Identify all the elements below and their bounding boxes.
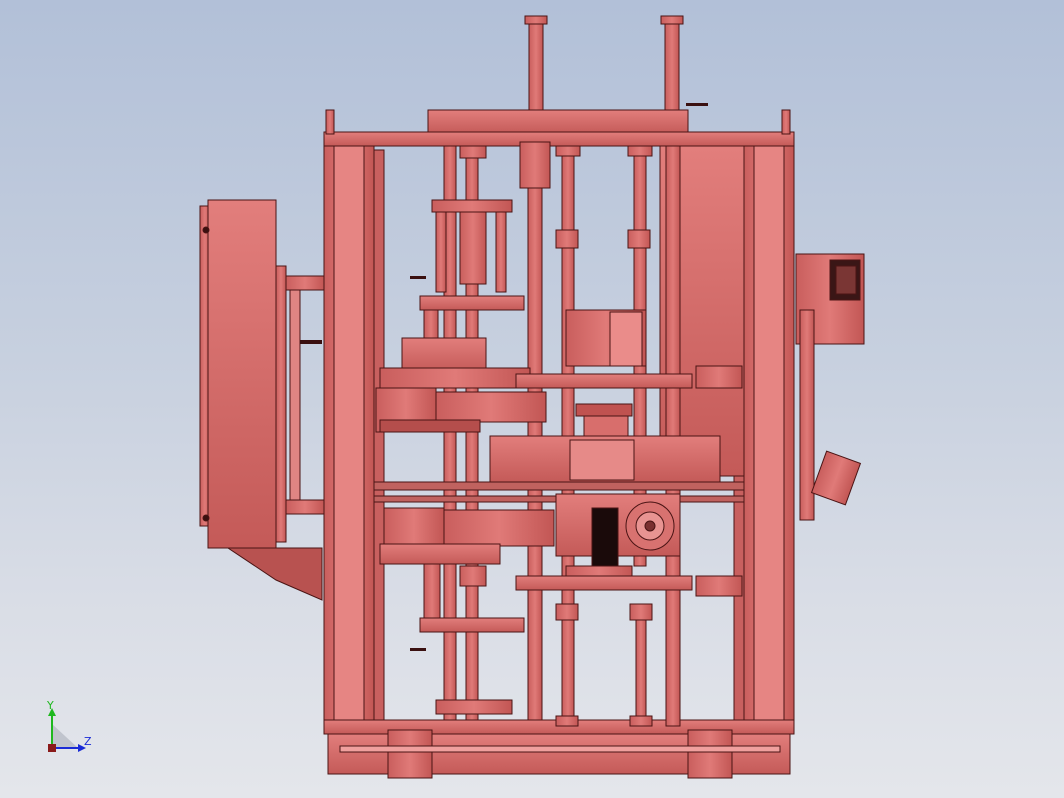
z-axis-label: Z xyxy=(84,735,92,748)
middle-gearbox xyxy=(373,435,745,503)
top-frame-beam xyxy=(323,109,795,147)
coordinate-triad: Y Z xyxy=(46,699,92,752)
upper-left-carriage xyxy=(375,199,547,433)
bottom-base xyxy=(323,719,795,779)
machine-assembly xyxy=(199,15,865,779)
left-control-cabinet xyxy=(199,199,325,601)
cad-model-viewport[interactable]: Y Z xyxy=(0,0,1064,798)
y-axis-label: Y xyxy=(46,699,54,712)
